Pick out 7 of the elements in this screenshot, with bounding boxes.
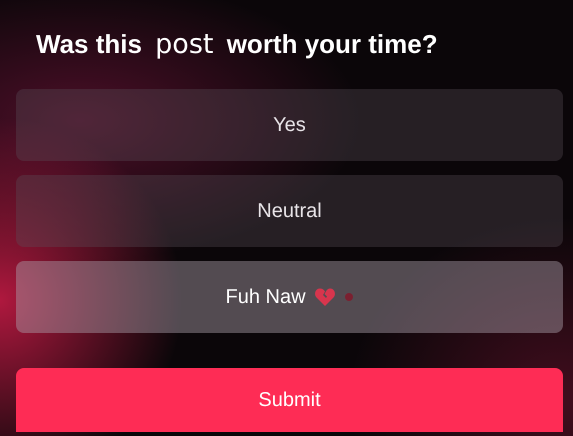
question-title: Was this post worth your time? (36, 28, 439, 62)
answer-option[interactable]: Fuh Naw (16, 261, 563, 333)
submit-button[interactable]: Submit (16, 368, 563, 432)
broken-heart-icon (314, 287, 336, 307)
answer-option[interactable]: Neutral (16, 175, 563, 247)
dot-icon (344, 292, 354, 302)
answer-option[interactable]: Yes (16, 89, 563, 161)
